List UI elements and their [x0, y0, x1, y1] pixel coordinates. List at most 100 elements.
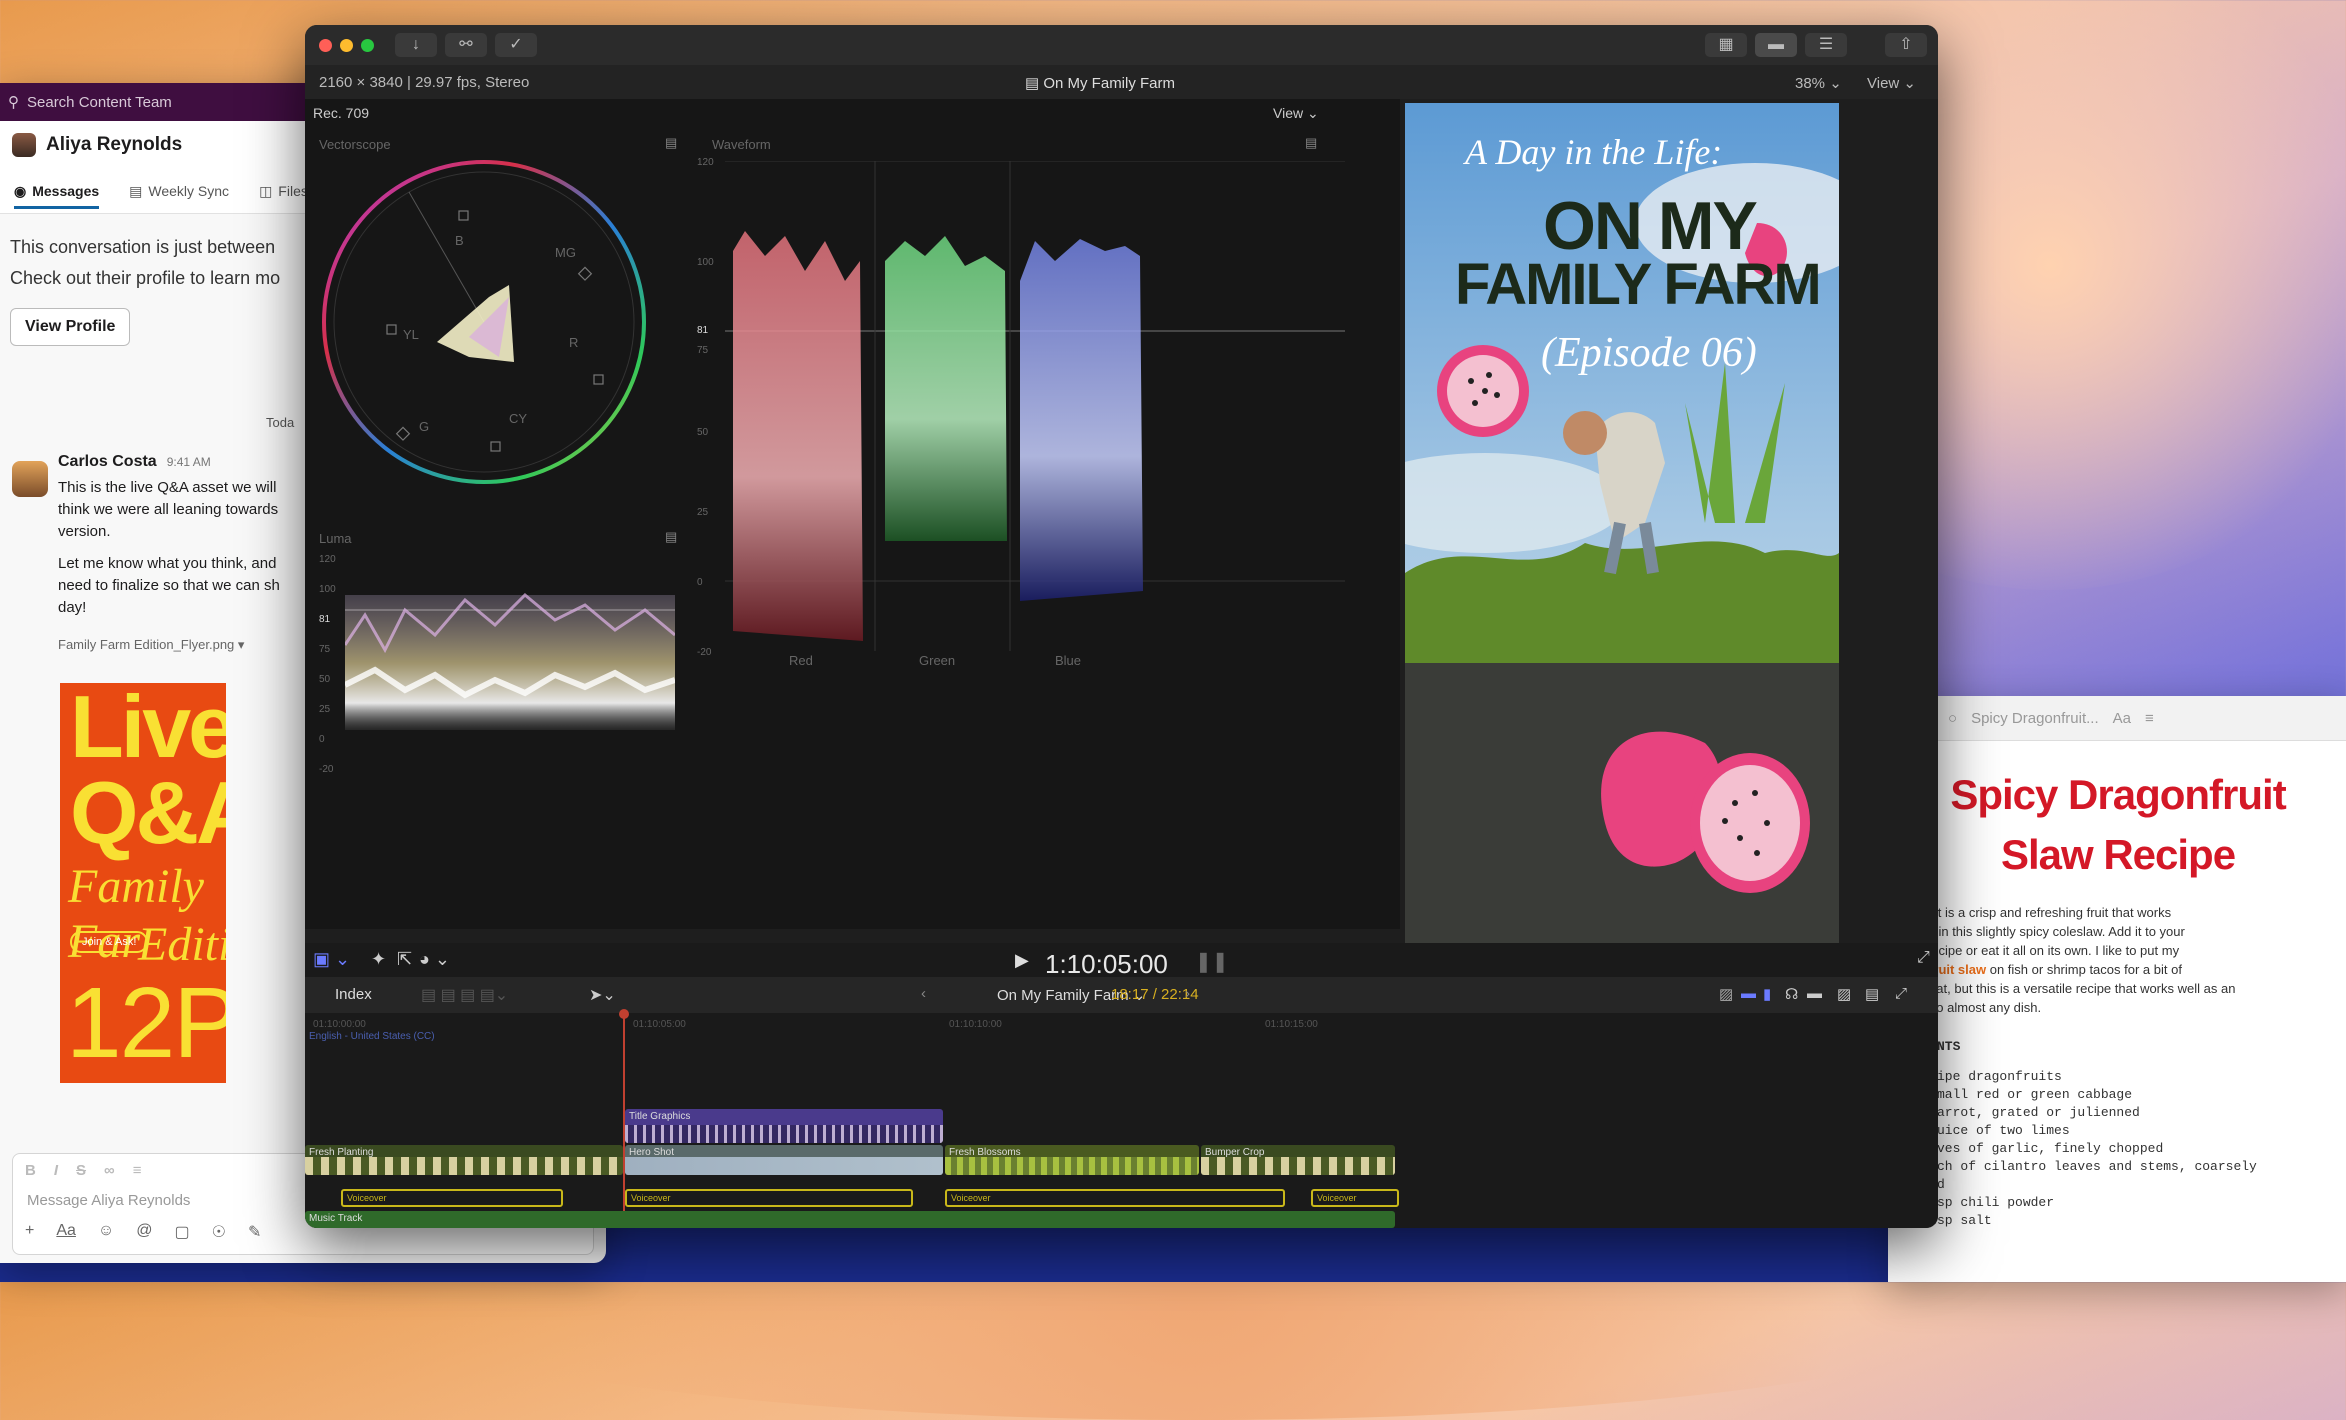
viewer-title-line4: (Episode 06) [1541, 330, 1757, 376]
luma-waveform: 120 100 81 75 50 25 0 -20 [319, 545, 689, 925]
timecode-display[interactable]: 1:10:05:00 [1045, 949, 1168, 980]
close-button[interactable] [319, 39, 332, 52]
inspector-icon[interactable]: ☰ [1805, 33, 1847, 57]
list-item: 2 cloves of garlic, finely chopped [1898, 1141, 2164, 1156]
video-clip[interactable]: Fresh Planting [305, 1145, 623, 1175]
index-button[interactable]: Index [335, 986, 372, 1003]
list-item: 1/4 tsp salt [1898, 1213, 1992, 1228]
vectorscope: MG R CY G YL B [319, 157, 649, 487]
solo-icon[interactable]: ▮ [1763, 985, 1771, 1003]
timeline-toolbar: Index ▤ ▤ ▤ ▤⌄ ➤⌄ ‹ On My Family Farm ⌄ … [305, 977, 1938, 1013]
list-item: The juice of two limes [1898, 1123, 2070, 1138]
strikethrough-icon[interactable]: S [76, 1162, 86, 1179]
play-button[interactable]: ▶ [1015, 950, 1029, 971]
transform-icon[interactable]: ⇱ [397, 949, 412, 970]
timeline[interactable]: 01:10:00:00 01:10:05:00 01:10:10:00 01:1… [305, 1009, 1938, 1228]
scope-settings-icon[interactable]: ▤ [665, 529, 677, 545]
music-clip[interactable]: Music Track [305, 1211, 1395, 1228]
snapping-icon[interactable]: ▨ [1719, 985, 1733, 1003]
mention-icon[interactable]: @ [136, 1222, 152, 1242]
fullscreen-icon[interactable]: ⤢ [1917, 949, 1930, 967]
title-bar: ↓ ⚯ ✓ ▦ ▬ ☰ ⇧ [305, 25, 1938, 65]
format-info: 2160 × 3840 | 29.97 fps, Stereo [319, 74, 530, 91]
voiceover-clip[interactable]: Voiceover [945, 1189, 1285, 1207]
title-clip[interactable]: Title Graphics [625, 1109, 943, 1143]
browser-icon[interactable]: ▦ [1705, 33, 1747, 57]
effects-icon[interactable]: ▨ [1837, 985, 1851, 1003]
clip-appearance-icon[interactable]: ▤ ▤ ▤ ▤⌄ [421, 985, 508, 1005]
video-icon[interactable]: ▢ [175, 1222, 190, 1242]
message-author[interactable]: Carlos Costa [58, 453, 157, 470]
scopes-view-dropdown[interactable]: View ⌄ [1273, 105, 1319, 122]
viewer-title-line3: FAMILY FARM [1455, 252, 1822, 317]
share-icon[interactable]: ⇧ [1885, 33, 1927, 57]
viewer-title-line1: A Day in the Life: [1465, 132, 1723, 172]
vector-target-label: G [419, 419, 430, 434]
timeline-ruler[interactable]: 01:10:00:00 01:10:05:00 01:10:10:00 01:1… [305, 1013, 1938, 1035]
channel-label-red: Red [789, 653, 813, 668]
channel-name[interactable]: Aliya Reynolds [46, 134, 182, 156]
zoom-button[interactable] [361, 39, 374, 52]
minimize-button[interactable] [340, 39, 353, 52]
next-icon[interactable]: › [1185, 985, 1190, 1002]
voiceover-clip[interactable]: Voiceover [1311, 1189, 1399, 1207]
text-format-icon[interactable]: Aa [56, 1222, 76, 1242]
pointer-tool-icon[interactable]: ➤⌄ [589, 985, 616, 1005]
list-icon[interactable]: ≡ [133, 1162, 142, 1179]
tab-weekly-sync[interactable]: ▤ Weekly Sync [129, 183, 229, 200]
previous-icon[interactable]: ‹ [921, 985, 926, 1002]
link-icon[interactable]: ∞ [104, 1162, 115, 1179]
speed-icon[interactable]: ◕ ⌄ [419, 949, 450, 970]
check-icon[interactable]: ✓ [495, 33, 537, 57]
expand-icon[interactable]: ⤢ [1895, 985, 1907, 1002]
ruler-tick: 01:10:00:00 [313, 1019, 366, 1030]
plus-icon[interactable]: + [25, 1222, 34, 1242]
voiceover-clip[interactable]: Voiceover [341, 1189, 563, 1207]
author-avatar[interactable] [12, 461, 48, 497]
keyword-icon[interactable]: ⚯ [445, 33, 487, 57]
video-clip[interactable]: Fresh Blossoms [945, 1145, 1199, 1175]
view-dropdown[interactable]: View ⌄ [1867, 74, 1916, 92]
bold-icon[interactable]: B [25, 1162, 36, 1179]
enhance-icon[interactable]: ✦ [371, 949, 386, 970]
video-clip[interactable]: Bumper Crop [1201, 1145, 1395, 1175]
view-profile-button[interactable]: View Profile [10, 308, 131, 346]
emoji-icon[interactable]: ☺ [98, 1222, 114, 1242]
headphones-icon[interactable]: ☊ [1785, 985, 1798, 1003]
font-icon[interactable]: Aa [2113, 710, 2131, 727]
video-clip[interactable]: Hero Shot [625, 1145, 943, 1175]
list-item: One small red or green cabbage [1898, 1087, 2133, 1102]
link-toggle-icon[interactable]: ▬ [1807, 985, 1822, 1002]
tab-files[interactable]: ◫ Files [259, 183, 308, 200]
transitions-icon[interactable]: ▤ [1865, 985, 1879, 1003]
timeline-toggle-icon[interactable]: ▬ [1755, 33, 1797, 57]
scope-settings-icon[interactable]: ▤ [1305, 135, 1317, 151]
playhead-handle[interactable] [619, 1009, 629, 1019]
video-viewer[interactable]: A Day in the Life: ON MY FAMILY FARM (Ep… [1405, 103, 1839, 949]
message-time: 9:41 AM [166, 455, 211, 469]
flyer-image-attachment[interactable]: Live Q&A Family Far Join & Ask! Edition … [60, 683, 226, 1083]
video-editor-window: ↓ ⚯ ✓ ▦ ▬ ☰ ⇧ 2160 × 3840 | 29.97 fps, S… [305, 25, 1938, 1228]
voiceover-clip[interactable]: Voiceover [625, 1189, 913, 1207]
import-icon[interactable]: ↓ [395, 33, 437, 57]
message-input[interactable]: Message Aliya Reynolds [27, 1192, 190, 1209]
ruler-tick: 01:10:10:00 [949, 1019, 1002, 1030]
list-item: Two ripe dragonfruits [1898, 1069, 2062, 1084]
skimming-icon[interactable]: ▬ [1741, 985, 1756, 1002]
italic-icon[interactable]: I [54, 1162, 58, 1179]
files-icon: ◫ [259, 182, 273, 199]
shortcut-icon[interactable]: ✎ [248, 1222, 261, 1242]
list-item: 1 bunch of cilantro leaves and stems, co… [1898, 1159, 2257, 1174]
vector-target-label: B [455, 233, 464, 248]
document-name[interactable]: Spicy Dragonfruit... [1971, 710, 2099, 727]
viewer-info-bar: 2160 × 3840 | 29.97 fps, Stereo ▤ On My … [305, 65, 1938, 99]
list-icon[interactable]: ≡ [2145, 710, 2154, 727]
tab-messages[interactable]: ◉ Messages [14, 183, 100, 209]
list-item: One carrot, grated or julienned [1898, 1105, 2140, 1120]
scope-settings-icon[interactable]: ▤ [665, 135, 677, 151]
select-tool-icon[interactable]: ▣ ⌄ [313, 949, 350, 970]
zoom-dropdown[interactable]: 38% ⌄ [1795, 74, 1842, 92]
microphone-icon[interactable]: ☉ [212, 1222, 226, 1242]
ruler-tick: 01:10:15:00 [1265, 1019, 1318, 1030]
audio-meter-icon: ❚❚ [1195, 951, 1229, 973]
